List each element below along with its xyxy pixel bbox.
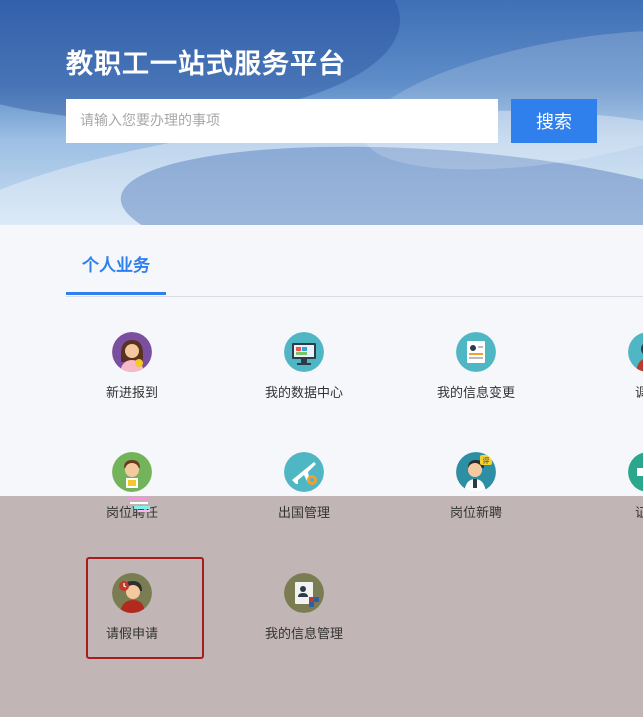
service-post-appointment[interactable]: 岗位聘任	[72, 452, 192, 532]
airplane-icon	[284, 452, 324, 492]
service-label: 我的数据中心	[264, 386, 343, 401]
active-tab-indicator	[66, 292, 166, 295]
new-staff-woman-icon	[112, 332, 152, 372]
render-artifact	[128, 497, 150, 512]
service-label: 出国管理	[277, 506, 330, 521]
service-label: 岗位新聘	[449, 506, 502, 521]
service-going-abroad[interactable]: 出国管理	[244, 452, 364, 532]
service-label: 调动	[634, 386, 643, 401]
search-input[interactable]	[66, 99, 498, 143]
leave-request-highlight	[86, 557, 204, 659]
service-label: 证明	[634, 506, 643, 521]
tab-divider	[66, 296, 643, 297]
service-new-staff-report[interactable]: 新进报到	[72, 332, 192, 412]
page-title: 教职工一站式服务平台	[66, 49, 346, 80]
service-new-hire[interactable]: 评 岗位新聘	[416, 452, 536, 532]
new-hire-evaluate-icon: 评	[456, 452, 496, 492]
service-label: 新进报到	[105, 386, 158, 401]
certificate-icon	[628, 452, 643, 492]
service-my-data-center[interactable]: 我的数据中心	[244, 332, 364, 412]
service-label: 我的信息变更	[436, 386, 515, 401]
service-label: 我的信息管理	[264, 627, 343, 642]
service-my-info-management[interactable]: 我的信息管理	[244, 573, 364, 653]
search-button[interactable]: 搜索	[511, 99, 597, 143]
service-my-info-change[interactable]: 我的信息变更	[416, 332, 536, 412]
transfer-person-icon	[628, 332, 643, 372]
info-change-document-icon	[456, 332, 496, 372]
info-management-icon	[284, 573, 324, 613]
service-certificate[interactable]: 证明	[588, 452, 643, 532]
post-appointment-man-icon	[112, 452, 152, 492]
tab-personal-business[interactable]: 个人业务	[66, 255, 166, 295]
svg-text:评: 评	[483, 457, 490, 465]
service-transfer[interactable]: 调动	[588, 332, 643, 412]
data-center-monitor-icon	[284, 332, 324, 372]
